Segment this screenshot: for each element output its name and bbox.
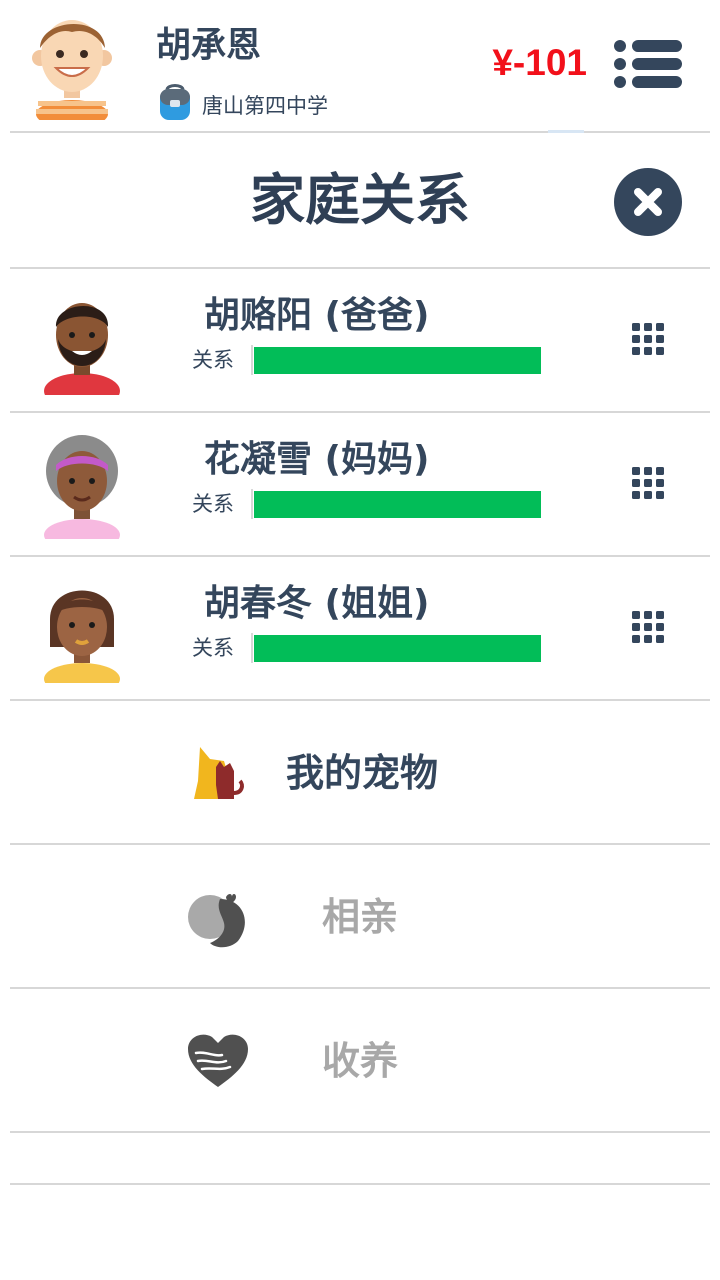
pet-icon: [194, 747, 244, 799]
relation-bar-start: [251, 489, 253, 519]
grid-options-icon[interactable]: [630, 609, 666, 645]
family-member-name: 花凝雪 (妈妈): [204, 439, 430, 480]
father-avatar: [44, 303, 120, 395]
close-icon: [634, 188, 662, 216]
family-member-name: 胡春冬 (姐姐): [204, 583, 430, 624]
relation-bar: [251, 345, 541, 375]
grid-options-icon[interactable]: [630, 465, 666, 501]
close-button[interactable]: [614, 168, 682, 236]
header-divider: [10, 131, 710, 133]
school-bag-icon: [160, 84, 190, 120]
my-pets-label: 我的宠物: [286, 751, 439, 795]
adopt-button[interactable]: 收养: [10, 989, 710, 1131]
player-header: 胡承恩 唐山第四中学 ¥-101: [0, 0, 720, 132]
relation-bar-fill: [254, 635, 541, 662]
divider: [10, 1131, 710, 1133]
adopt-icon: [188, 1034, 248, 1087]
dating-label: 相亲: [322, 895, 399, 939]
family-member-row[interactable]: 胡春冬 (姐姐) 关系: [10, 557, 710, 699]
dating-button[interactable]: 相亲: [10, 845, 710, 987]
relation-bar: [251, 489, 541, 519]
relation-bar: [251, 633, 541, 663]
sister-avatar: [44, 590, 120, 683]
player-name: 胡承恩: [156, 26, 262, 66]
mother-avatar: [44, 435, 120, 539]
divider: [10, 1183, 710, 1185]
family-member-row[interactable]: 胡赂阳 (爸爸) 关系: [10, 269, 710, 411]
relation-label: 关系: [192, 636, 234, 660]
page-title: 家庭关系: [249, 168, 470, 232]
menu-icon[interactable]: [612, 38, 684, 90]
dating-icon: [188, 894, 245, 948]
relation-label: 关系: [192, 348, 234, 372]
relation-label: 关系: [192, 492, 234, 516]
family-member-row[interactable]: 花凝雪 (妈妈) 关系: [10, 413, 710, 555]
money-balance: ¥-101: [492, 42, 587, 83]
header-divider-mark: [548, 130, 584, 133]
player-avatar[interactable]: [26, 8, 118, 120]
relation-bar-fill: [254, 491, 541, 518]
family-member-name: 胡赂阳 (爸爸): [204, 295, 430, 336]
my-pets-button[interactable]: 我的宠物: [10, 701, 710, 843]
school-name: 唐山第四中学: [202, 94, 328, 118]
relation-bar-fill: [254, 347, 541, 374]
relation-bar-start: [251, 633, 253, 663]
grid-options-icon[interactable]: [630, 321, 666, 357]
adopt-label: 收养: [322, 1039, 399, 1083]
relation-bar-start: [251, 345, 253, 375]
